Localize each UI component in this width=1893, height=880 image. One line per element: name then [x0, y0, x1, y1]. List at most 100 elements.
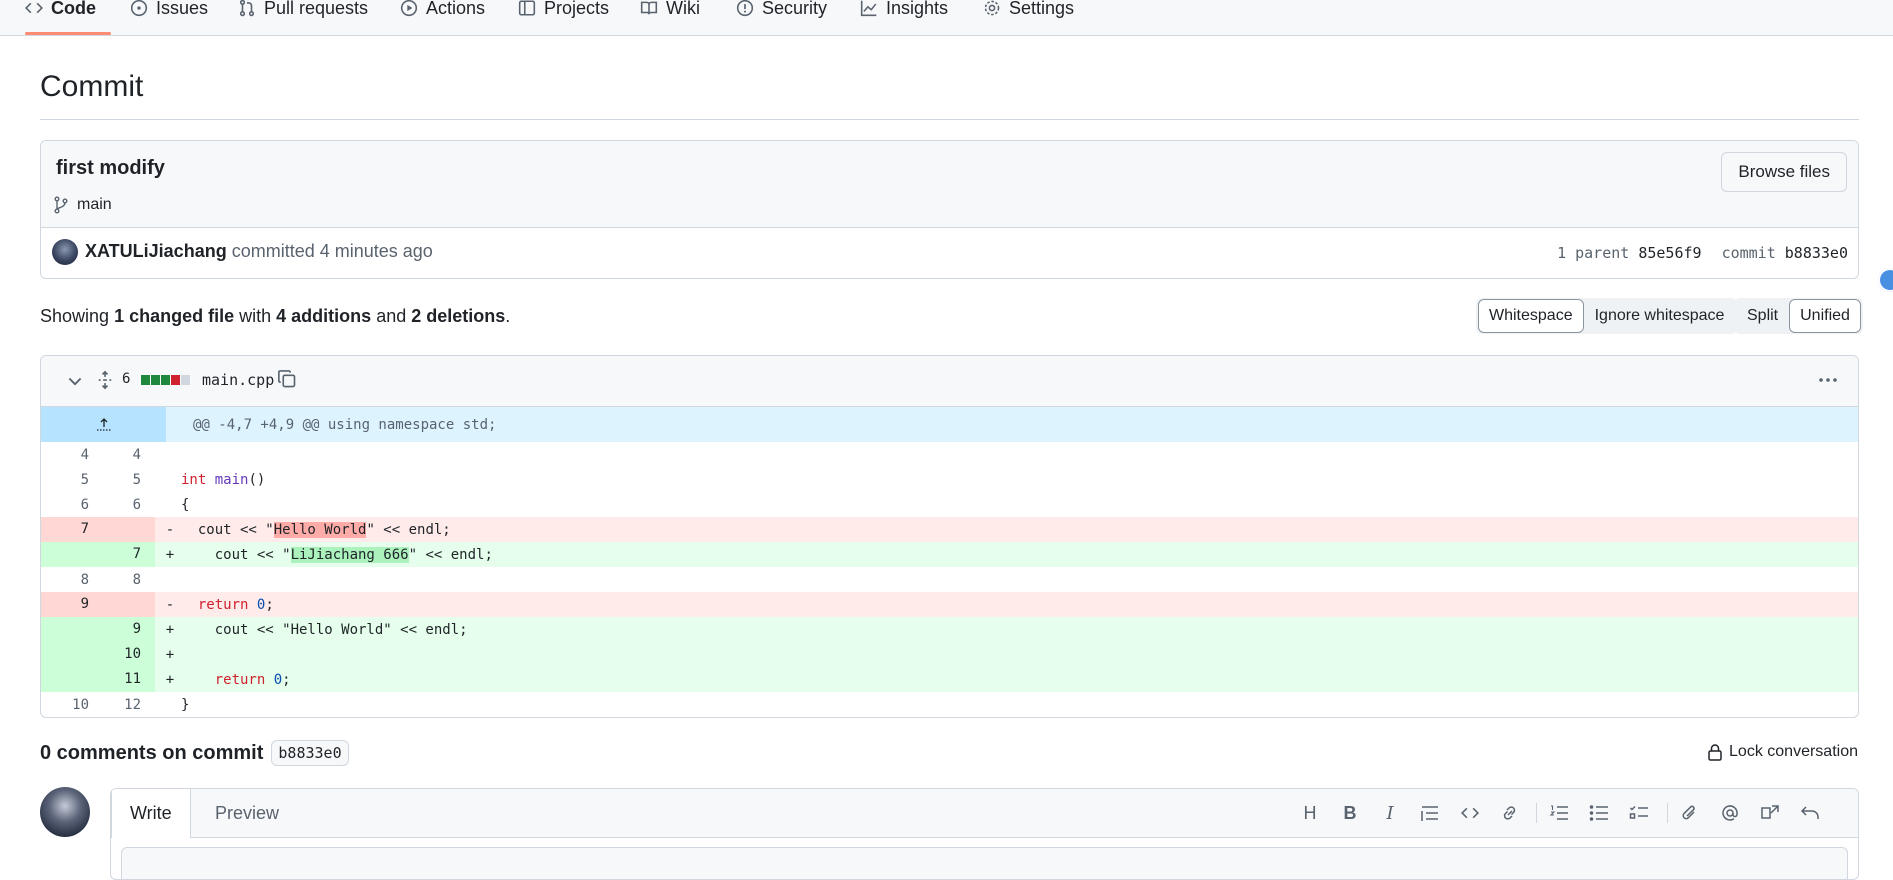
- added-line: 10 +: [41, 642, 1858, 667]
- kebab-menu-icon[interactable]: [1816, 370, 1840, 390]
- tab-insights[interactable]: Insights: [860, 0, 948, 25]
- undo-icon[interactable]: [1798, 801, 1822, 825]
- tab-insights-label: Insights: [886, 0, 949, 18]
- file-header: 6 main.cpp: [41, 356, 1858, 407]
- expand-all-icon[interactable]: [95, 370, 115, 390]
- cross-reference-icon[interactable]: [1758, 801, 1782, 825]
- new-line-number[interactable]: 11: [103, 667, 155, 692]
- diffstat-block: [141, 375, 150, 385]
- diff-sign: -: [165, 521, 175, 538]
- mention-icon[interactable]: [1718, 801, 1742, 825]
- author-link[interactable]: XATULiJiachang: [85, 241, 227, 261]
- code-text: {: [181, 496, 190, 513]
- quote-icon[interactable]: [1418, 801, 1442, 825]
- old-line-number[interactable]: 9: [41, 592, 103, 617]
- new-line-number[interactable]: 5: [103, 472, 155, 488]
- italic-icon[interactable]: I: [1378, 801, 1402, 825]
- diff-line: 8 8: [41, 567, 1858, 592]
- tab-pull-requests[interactable]: Pull requests: [238, 0, 368, 25]
- old-line-number[interactable]: 4: [41, 447, 103, 463]
- new-line-number[interactable]: 8: [103, 572, 155, 588]
- code-icon: [25, 0, 43, 17]
- attach-icon[interactable]: [1678, 801, 1702, 825]
- issue-icon: [130, 0, 148, 17]
- change-count: 6: [122, 371, 131, 387]
- tab-issues[interactable]: Issues: [130, 0, 208, 25]
- code-token: ;: [265, 596, 274, 613]
- new-line-number[interactable]: 10: [103, 642, 155, 667]
- summary-additions: 4 additions: [276, 306, 372, 326]
- parent-sha-link[interactable]: 85e56f9: [1638, 244, 1701, 262]
- tab-wiki[interactable]: Wiki: [640, 0, 700, 25]
- new-line-number[interactable]: 4: [103, 447, 155, 463]
- bold-icon[interactable]: B: [1338, 801, 1362, 825]
- branch-label[interactable]: main: [53, 196, 112, 214]
- code-icon[interactable]: [1458, 801, 1482, 825]
- code-token: ;: [282, 671, 291, 688]
- added-line: 11 + return 0;: [41, 667, 1858, 692]
- old-line-number[interactable]: 10: [41, 697, 103, 713]
- author-avatar[interactable]: [52, 239, 78, 265]
- comments-count: 0 comments on commit: [40, 741, 264, 764]
- old-line-number[interactable]: [41, 542, 103, 567]
- tab-projects[interactable]: Projects: [518, 0, 609, 25]
- old-line-number[interactable]: 6: [41, 497, 103, 513]
- task-list-icon[interactable]: [1627, 801, 1651, 825]
- commit-group: commit b8833e0: [1722, 244, 1848, 262]
- split-view-button[interactable]: Split: [1736, 299, 1789, 333]
- floating-assistant-icon[interactable]: [1878, 268, 1893, 292]
- editor-header: Write Preview H B I: [111, 789, 1858, 838]
- book-icon: [640, 0, 658, 17]
- old-line-number[interactable]: [41, 642, 103, 667]
- code-text: cout << "Hello World" << endl;: [181, 621, 468, 638]
- active-tab-indicator: [25, 32, 111, 35]
- heading-icon[interactable]: H: [1298, 801, 1322, 825]
- old-line-number[interactable]: 8: [41, 572, 103, 588]
- browse-files-button[interactable]: Browse files: [1721, 152, 1847, 192]
- commit-label: commit: [1721, 244, 1776, 262]
- parent-group: 1 parent 85e56f9: [1557, 244, 1702, 262]
- tab-code-label: Code: [51, 0, 96, 18]
- new-line-number[interactable]: 12: [103, 697, 155, 713]
- tab-preview[interactable]: Preview: [197, 789, 297, 837]
- code-token: cout << ": [181, 546, 291, 563]
- commit-header: first modify main Browse files: [41, 141, 1858, 228]
- whitespace-button[interactable]: Whitespace: [1478, 299, 1584, 333]
- toolbar-divider: [1667, 803, 1668, 823]
- numbered-list-icon[interactable]: [1547, 801, 1571, 825]
- old-line-number[interactable]: 7: [41, 517, 103, 542]
- shield-icon: [736, 0, 754, 17]
- old-line-number[interactable]: [41, 667, 103, 692]
- comment-textarea[interactable]: [121, 847, 1848, 879]
- comment-editor: Write Preview H B I: [110, 788, 1859, 880]
- commit-sha: b8833e0: [1784, 244, 1848, 262]
- new-line-number[interactable]: [103, 517, 155, 542]
- bullet-list-icon[interactable]: [1587, 801, 1611, 825]
- ignore-whitespace-button[interactable]: Ignore whitespace: [1584, 299, 1736, 333]
- new-line-number[interactable]: 7: [103, 542, 155, 567]
- hunk-text: @@ -4,7 +4,9 @@ using namespace std;: [193, 416, 497, 433]
- file-name[interactable]: main.cpp: [202, 371, 274, 389]
- user-avatar[interactable]: [40, 787, 90, 837]
- old-line-number[interactable]: [41, 617, 103, 642]
- link-icon[interactable]: [1498, 801, 1522, 825]
- tab-actions[interactable]: Actions: [400, 0, 485, 25]
- tab-write[interactable]: Write: [111, 789, 191, 838]
- summary-changed: 1 changed file: [114, 306, 235, 326]
- chevron-down-icon[interactable]: [65, 371, 85, 391]
- tab-settings[interactable]: Settings: [983, 0, 1074, 25]
- expand-up-icon[interactable]: [41, 407, 166, 442]
- tab-security[interactable]: Security: [736, 0, 827, 25]
- new-line-number[interactable]: 6: [103, 497, 155, 513]
- play-icon: [400, 0, 418, 17]
- page-title: Commit: [40, 70, 144, 103]
- branch-name: main: [77, 196, 112, 213]
- tab-code[interactable]: Code: [25, 0, 96, 25]
- old-line-number[interactable]: 5: [41, 472, 103, 488]
- new-line-number[interactable]: 9: [103, 617, 155, 642]
- new-line-number[interactable]: [103, 592, 155, 617]
- unified-view-button[interactable]: Unified: [1789, 299, 1861, 333]
- copy-icon[interactable]: [277, 369, 297, 389]
- summary-with: with: [239, 306, 272, 326]
- lock-conversation-button[interactable]: Lock conversation: [1707, 743, 1858, 761]
